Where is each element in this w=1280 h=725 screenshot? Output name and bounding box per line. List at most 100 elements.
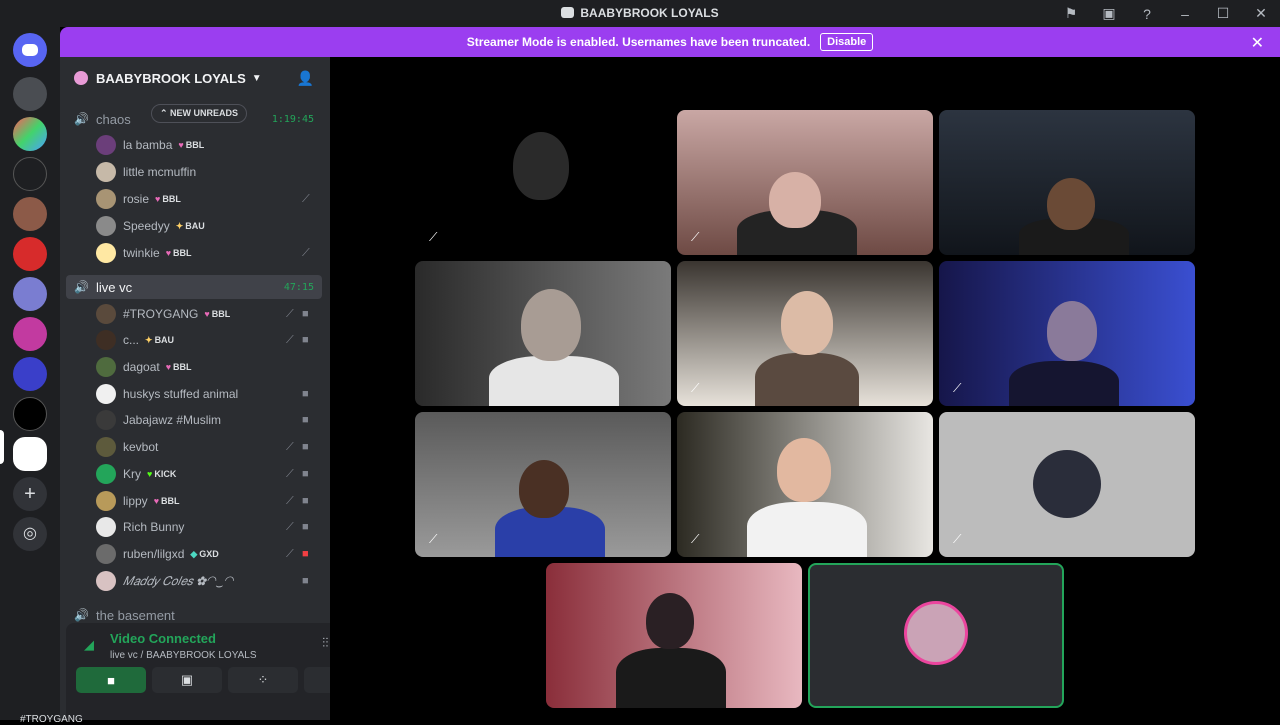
screen-share-icon: ▣ <box>180 672 194 687</box>
voice-user[interactable]: c... ✦ BAU ⟋ ■ <box>96 328 322 352</box>
discover-icon[interactable]: ◎ <box>13 517 47 551</box>
maximize-button[interactable]: ☐ <box>1204 0 1242 27</box>
server-icon-baabybrook[interactable] <box>13 437 47 471</box>
new-unreads-badge[interactable]: ⌃ NEW UNREADS <box>151 104 248 123</box>
server-icon-3[interactable] <box>13 157 47 191</box>
server-icon-4[interactable] <box>13 197 47 231</box>
video-icon: ■ <box>302 441 309 453</box>
mic-muted-icon: ⟋ <box>429 230 438 244</box>
video-tile[interactable]: ⟋ <box>939 412 1195 557</box>
voice-user[interactable]: rosie ♥ BBL ⟋ <box>96 187 322 211</box>
video-tile[interactable]: ⟋ <box>939 261 1195 406</box>
mic-muted-icon: ⟋ <box>302 192 310 205</box>
voice-user[interactable]: Rich Bunny ⟋ ■ <box>96 515 322 539</box>
voice-user[interactable]: twinkie ♥ BBL ⟋ <box>96 241 322 265</box>
server-icon-7[interactable] <box>13 317 47 351</box>
mic-muted-icon: ⟋ <box>286 333 294 346</box>
avatar <box>96 162 116 182</box>
mic-muted-icon: ⟋ <box>691 381 700 395</box>
video-tile[interactable]: ⟋ <box>415 412 671 557</box>
help-icon[interactable]: ? <box>1128 0 1166 27</box>
avatar <box>96 216 116 236</box>
avatar <box>96 464 116 484</box>
server-icon-9[interactable] <box>13 397 47 431</box>
video-tile[interactable] <box>939 110 1195 255</box>
voice-user[interactable]: Speedyy ✦ BAU <box>96 214 322 238</box>
avatar <box>904 601 968 665</box>
channel-sidebar: BAABYBROOK LOYALS ▼ 👤 🔊 chaos ⌃ NEW UNRE… <box>60 57 330 720</box>
voice-user[interactable]: little mcmuffin <box>96 160 322 184</box>
add-member-icon[interactable]: 👤 <box>297 70 314 87</box>
video-icon: ■ <box>302 495 309 507</box>
participant-face <box>777 438 831 502</box>
video-icon: ■ <box>302 414 309 426</box>
camera-button[interactable]: ■ <box>76 667 146 693</box>
server-icon-6[interactable] <box>13 277 47 311</box>
mic-muted-icon: ⟋ <box>953 381 962 395</box>
inbox-flag-icon[interactable]: ⚑ <box>1052 0 1090 27</box>
video-tile[interactable]: ⟋ <box>677 412 933 557</box>
voice-user[interactable]: Jabajawz #Muslim ■ <box>96 408 322 432</box>
disable-button[interactable]: Disable <box>820 33 874 51</box>
participant-body <box>616 648 726 708</box>
mic-muted-icon: ⟋ <box>286 467 294 480</box>
video-tile[interactable] <box>546 563 802 708</box>
voice-location[interactable]: live vc / BAABYBROOK LOYALS <box>110 650 257 661</box>
voice-channel-chaos[interactable]: 🔊 chaos ⌃ NEW UNREADS 1:19:45 <box>66 104 322 131</box>
mic-muted-icon: ⟋ <box>286 440 294 453</box>
speaker-icon: 🔊 <box>74 280 89 294</box>
avatar <box>96 189 116 209</box>
participant-face <box>781 291 833 355</box>
voice-user[interactable]: #TROYGANG ♥ BBL ⟋ ■ <box>96 302 322 326</box>
avatar <box>96 330 116 350</box>
video-tile[interactable]: ⟋ <box>415 110 671 255</box>
video-icon: ■ <box>302 468 309 480</box>
server-icon-2[interactable] <box>13 117 47 151</box>
video-tile[interactable]: ⟋ <box>677 261 933 406</box>
home-button[interactable] <box>13 33 47 67</box>
video-tile[interactable] <box>415 261 671 406</box>
video-icon: ■ <box>302 334 309 346</box>
voice-user[interactable]: ruben/lilgxd ◆ GXD ⟋ ■ <box>96 542 322 566</box>
avatar <box>96 571 116 591</box>
selected-server-pill <box>0 430 4 464</box>
voice-user[interactable]: lippy ♥ BBL ⟋ ■ <box>96 489 322 513</box>
voice-channel-live-vc[interactable]: 🔊 live vc 47:15 <box>66 275 322 299</box>
video-icon: ■ <box>302 388 309 400</box>
mic-muted-icon: ⟋ <box>691 230 700 244</box>
voice-user[interactable]: huskys stuffed animal ■ <box>96 382 322 406</box>
voice-user[interactable]: kevbot ⟋ ■ <box>96 435 322 459</box>
close-window-button[interactable]: ✕ <box>1242 0 1280 27</box>
avatar <box>96 410 116 430</box>
close-icon[interactable]: ✕ <box>1251 33 1264 53</box>
voice-user[interactable]: dagoat ♥ BBL <box>96 355 322 379</box>
server-icon-5[interactable] <box>13 237 47 271</box>
avatar <box>96 544 116 564</box>
voice-user[interactable]: 𝑀𝑎𝑑𝑑𝑦 𝐶𝑜𝑙𝑒𝑠 ✿◠‿◠ ■ <box>96 569 322 593</box>
activities-button[interactable]: ⁘ <box>228 667 298 693</box>
participant-face <box>513 132 569 200</box>
mic-muted-icon: ⟋ <box>953 532 962 546</box>
video-off-icon: ■ <box>302 548 309 560</box>
screen-share-button[interactable]: ▣ <box>152 667 222 693</box>
speaker-icon: 🔊 <box>74 608 89 622</box>
guild-header[interactable]: BAABYBROOK LOYALS ▼ 👤 <box>60 57 330 99</box>
voice-user[interactable]: la bamba ♥ BBL <box>96 133 322 157</box>
avatar <box>96 517 116 537</box>
participant-body <box>747 502 867 557</box>
add-server-icon[interactable]: + <box>13 477 47 511</box>
voice-user[interactable]: Kry ♥ KICK ⟋ ■ <box>96 462 322 486</box>
soundboard-button[interactable]: ✧ <box>304 667 330 693</box>
video-icon: ■ <box>302 575 309 587</box>
avatar <box>1033 450 1101 518</box>
minimize-button[interactable]: – <box>1166 0 1204 27</box>
server-icon-1[interactable] <box>13 77 47 111</box>
avatar <box>96 384 116 404</box>
server-icon-8[interactable] <box>13 357 47 391</box>
noise-suppression-icon[interactable]: ⫶⫶ <box>322 635 329 651</box>
video-tile-speaking[interactable] <box>808 563 1064 708</box>
video-tile[interactable]: ⟋ <box>677 110 933 255</box>
mic-muted-icon: ⟋ <box>429 532 438 546</box>
screen-icon[interactable]: ▣ <box>1090 0 1128 27</box>
participant-face <box>1047 178 1095 230</box>
